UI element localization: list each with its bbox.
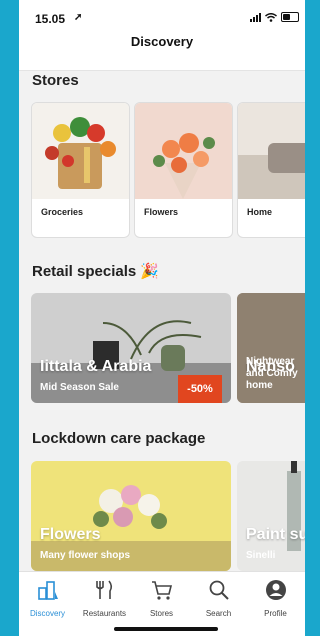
tab-label: Restaurants (82, 609, 127, 618)
status-icons (250, 12, 299, 22)
search-icon (209, 580, 229, 600)
tab-label: Profile (264, 609, 287, 618)
tab-label: Search (205, 609, 232, 618)
tab-label: Stores (149, 609, 174, 618)
discovery-icon (37, 581, 58, 600)
promo-name: Flowers (40, 526, 101, 543)
promo-name: Paint sup (246, 526, 305, 543)
promo-name: Iittala & Arabia (40, 358, 152, 375)
location-icon: ➚ (74, 12, 83, 23)
tab-label: Discovery (29, 609, 66, 618)
promo-card-nanso[interactable]: Nanso Nightwear and Comfy home (237, 293, 305, 403)
store-label: Groceries (41, 207, 84, 217)
store-card-groceries[interactable]: Groceries (31, 102, 130, 238)
promo-subtitle: Sinelli (246, 550, 276, 561)
promo-card-iittala[interactable]: Iittala & Arabia Mid Season Sale -50% (31, 293, 231, 403)
phone-screen: 15.05 ➚ Discovery Stores Groceries Flowe… (19, 0, 305, 636)
lockdown-heading: Lockdown care package (32, 430, 206, 447)
store-card-flowers[interactable]: Flowers (134, 102, 233, 238)
discovery-feed[interactable]: Stores Groceries Flowers Home Retail spe… (19, 71, 305, 571)
groceries-image (32, 103, 129, 199)
store-card-home[interactable]: Home (237, 102, 305, 238)
stores-heading: Stores (32, 72, 79, 89)
tab-discovery[interactable]: Discovery (19, 578, 76, 618)
status-time: 15.05 (35, 12, 66, 26)
tab-stores[interactable]: Stores (133, 578, 190, 618)
discount-badge: -50% (178, 375, 222, 403)
cart-icon (151, 581, 172, 600)
promo-subtitle: Mid Season Sale (40, 382, 119, 393)
home-image (238, 103, 305, 199)
promo-card-paint[interactable]: Paint sup Sinelli (237, 461, 305, 571)
promo-subtitle: Many flower shops (40, 550, 131, 561)
tab-restaurants[interactable]: Restaurants (76, 578, 133, 618)
signal-icon (250, 12, 261, 22)
retail-specials-heading: Retail specials 🎉 (32, 263, 160, 280)
profile-icon (265, 580, 286, 600)
battery-icon (281, 12, 299, 22)
flowers-image (135, 103, 232, 199)
promo-subtitle: Nightwear and Comfy home (246, 356, 298, 391)
status-bar: 15.05 ➚ (19, 0, 305, 30)
tab-profile[interactable]: Profile (247, 578, 304, 618)
store-label: Home (247, 207, 273, 217)
home-indicator[interactable] (114, 627, 218, 631)
fork-knife-icon (95, 580, 112, 599)
nav-bar: Discovery (19, 30, 305, 71)
promo-card-flowers[interactable]: Flowers Many flower shops (31, 461, 231, 571)
tab-search[interactable]: Search (190, 578, 247, 618)
store-label: Flowers (144, 207, 179, 217)
page-title: Discovery (130, 34, 194, 49)
wifi-icon (265, 12, 277, 22)
